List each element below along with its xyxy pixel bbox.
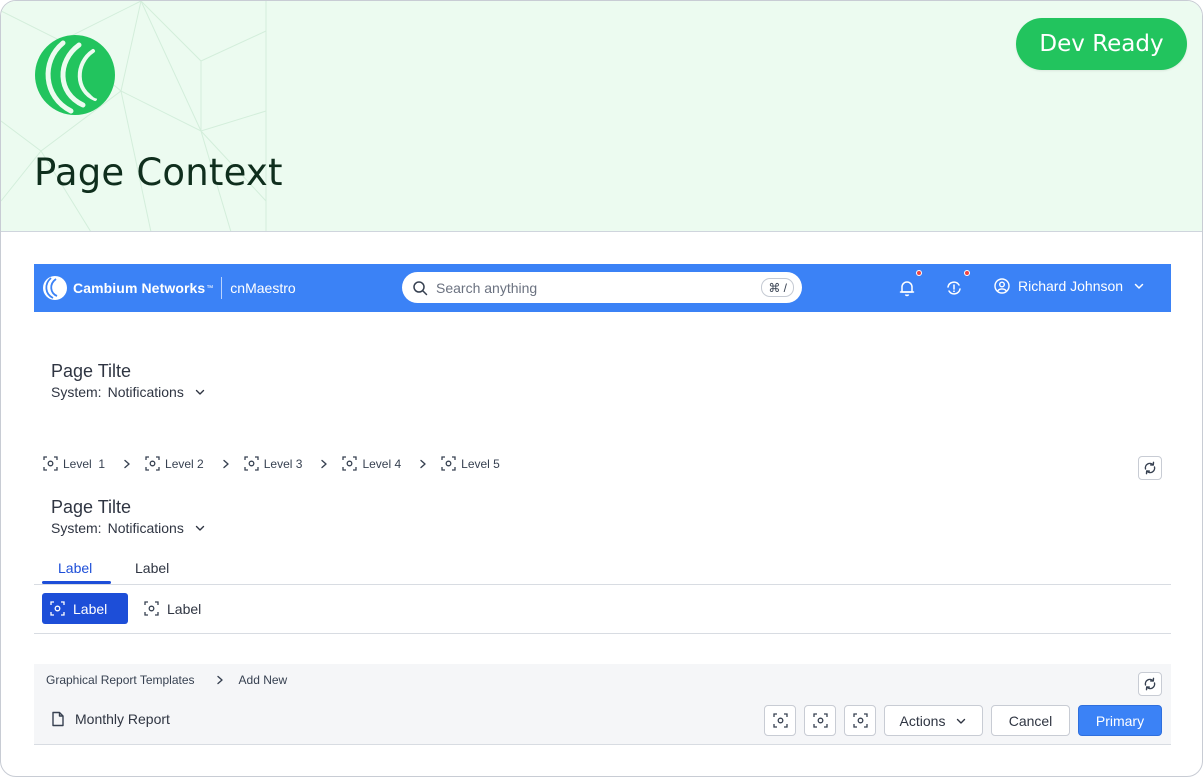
sync-alert-icon[interactable] [944,278,964,298]
refresh-button[interactable] [1138,456,1162,480]
focus-icon [43,456,58,471]
chevron-right-icon [221,459,231,469]
chevron-right-icon [418,459,428,469]
segment-active[interactable]: Label [42,593,128,624]
search-input[interactable] [436,279,756,296]
search-shortcut-badge: ⌘ / [761,278,794,297]
focus-icon [772,713,788,728]
breadcrumb: Level 1 Level 2 Level 3 Level 4 Level 5 [43,456,500,471]
breadcrumb-current: Add New [238,673,288,687]
breadcrumb-item[interactable]: Level 4 [342,456,401,471]
report-breadcrumb: Graphical Report Templates Add New [46,673,287,687]
tab-label-2[interactable]: Label [135,560,169,576]
focus-icon [50,601,65,616]
page-context-title: Page Context [34,151,283,194]
notification-dot [916,270,922,276]
breadcrumb-item[interactable]: Level 1 [43,456,105,471]
actions-dropdown[interactable]: Actions [884,705,983,736]
icon-button-1[interactable] [764,705,796,736]
system-selector[interactable]: System: Notifications [51,384,206,400]
report-title-text: Monthly Report [75,711,170,727]
tab-bar: Label Label [34,556,1171,585]
report-header-panel: Graphical Report Templates Add New Month… [34,664,1171,745]
breadcrumb-item[interactable]: Level 3 [244,456,303,471]
report-title: Monthly Report [51,711,170,727]
refresh-icon [1144,461,1156,475]
segmented-control: Label Label [42,593,201,624]
cambium-logo-icon [35,35,115,115]
cambium-mark-icon [43,276,67,300]
focus-icon [441,456,456,471]
focus-icon [145,456,160,471]
chevron-down-icon [1134,283,1144,289]
breadcrumb-label: Level 3 [263,456,303,471]
breadcrumb-link[interactable]: Graphical Report Templates [46,673,195,687]
user-name: Richard Johnson [1018,278,1124,294]
active-tab-indicator [42,581,111,584]
focus-icon [144,601,159,616]
breadcrumb-item[interactable]: Level 2 [145,456,204,471]
dev-ready-badge: Dev Ready [1016,18,1187,70]
icon-button-3[interactable] [844,705,876,736]
brand[interactable]: Cambium Networks ™ cnMaestro [42,275,296,301]
chevron-right-icon [122,459,132,469]
segment-label: Label [73,600,108,617]
document-icon [52,711,64,727]
chevron-down-icon [195,389,205,395]
focus-icon [812,713,828,728]
chevron-right-icon [215,675,225,685]
tab-label-1[interactable]: Label [58,560,92,576]
design-frame: Page Context Dev Ready Cambium Networks … [0,0,1203,777]
primary-button[interactable]: Primary [1078,705,1162,736]
breadcrumb-label: Level 4 [362,456,402,471]
segment-label: Label [167,600,202,617]
global-search[interactable]: ⌘ / [402,272,802,303]
breadcrumb-label: Level 5 [461,456,500,471]
divider [34,633,1171,634]
user-menu[interactable]: Richard Johnson [994,278,1153,294]
user-circle-icon [994,278,1010,294]
chevron-right-icon [319,459,329,469]
system-value: Notifications [107,384,184,400]
breadcrumb-item[interactable]: Level 5 [441,456,500,471]
app-topbar: Cambium Networks ™ cnMaestro ⌘ / [34,264,1171,312]
trademark: ™ [206,284,214,292]
icon-button-2[interactable] [804,705,836,736]
focus-icon [342,456,358,471]
refresh-button[interactable] [1138,672,1162,696]
alert-dot [964,270,970,276]
page-context-header: Page Context Dev Ready [1,1,1202,232]
actions-label: Actions [899,712,946,729]
focus-icon [244,456,259,471]
page-title: Page Tilte [51,497,132,517]
chevron-down-icon [957,718,966,724]
system-selector[interactable]: System: Notifications [51,520,206,536]
focus-icon [852,713,868,728]
product-name: cnMaestro [230,280,296,296]
chevron-down-icon [195,525,205,531]
system-value: Notifications [107,520,184,536]
system-label: System: [51,520,102,536]
breadcrumb-label: Level 2 [165,456,204,471]
brand-divider [221,277,223,299]
refresh-icon [1144,677,1156,691]
bell-icon[interactable] [897,278,917,298]
search-icon [413,280,428,295]
segment-inactive[interactable]: Label [128,593,201,624]
breadcrumb-label: Level 1 [63,456,106,471]
page-title: Page Tilte [51,361,132,381]
brand-name: Cambium Networks [73,280,206,296]
cancel-button[interactable]: Cancel [991,705,1070,736]
system-label: System: [51,384,102,400]
